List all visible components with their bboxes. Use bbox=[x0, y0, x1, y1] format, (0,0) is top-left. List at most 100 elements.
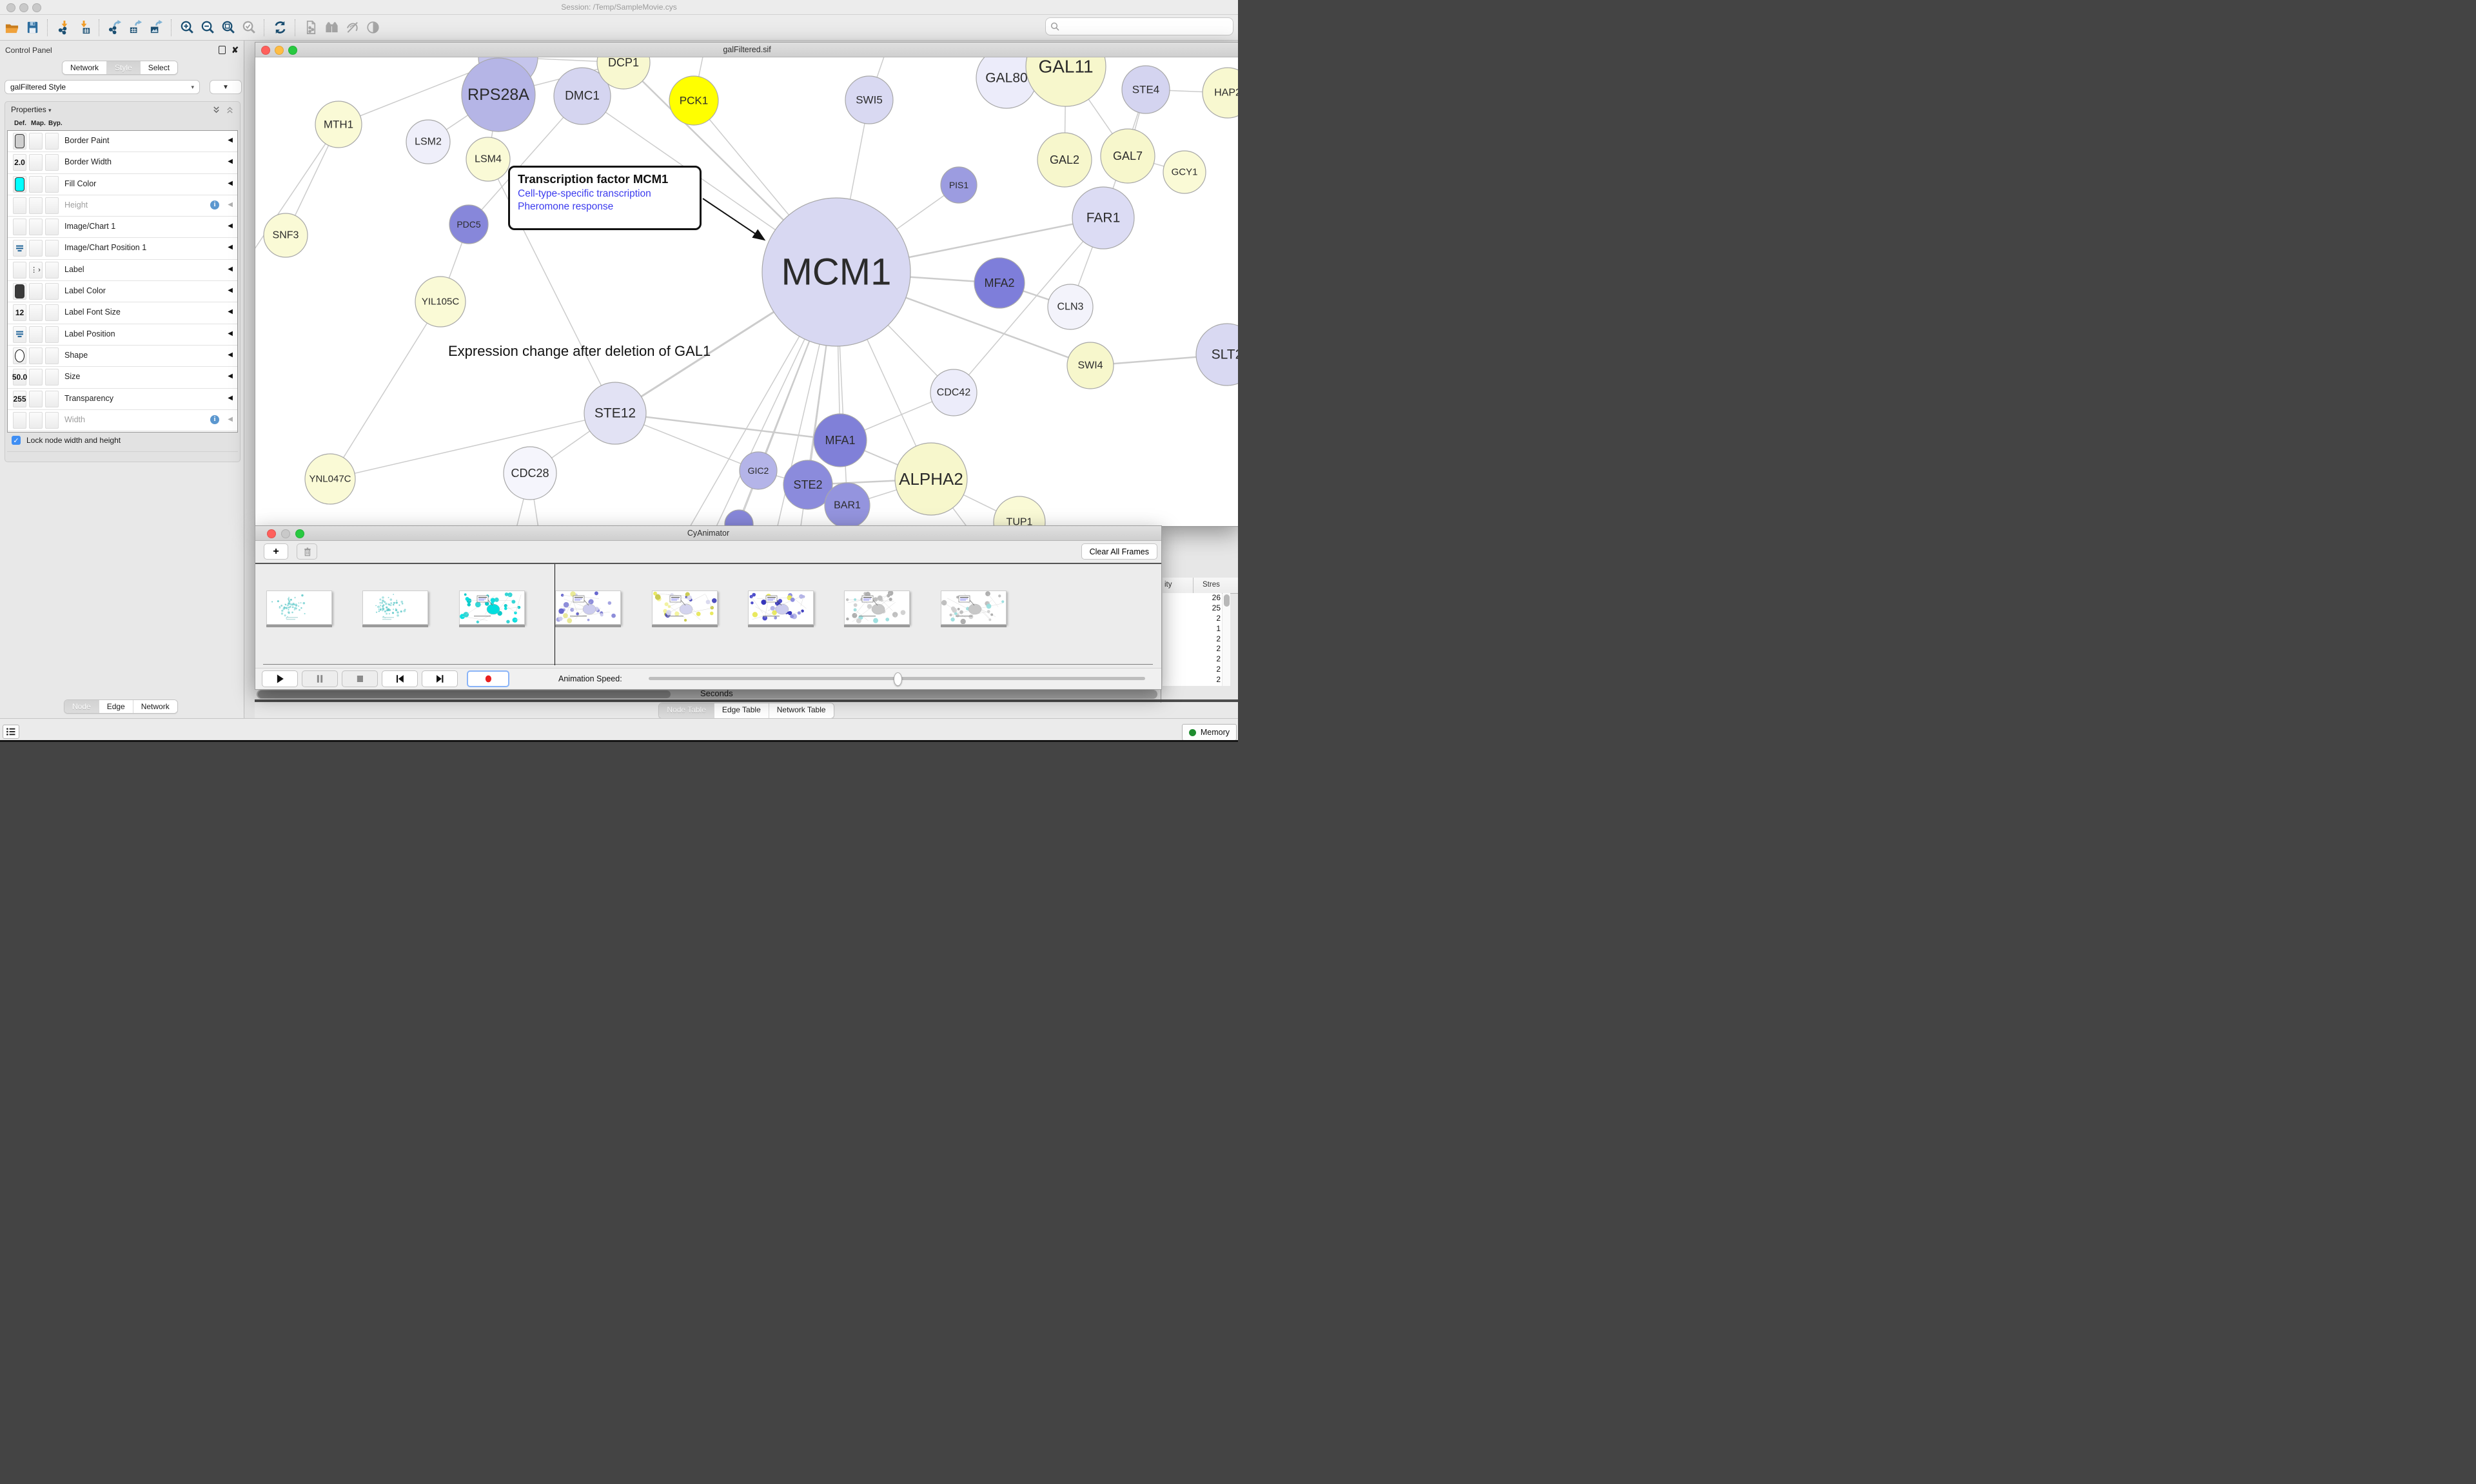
network-node-swi4[interactable]: SWI4 bbox=[1067, 342, 1114, 389]
cyanimator-titlebar[interactable]: CyAnimator bbox=[255, 526, 1161, 541]
expand-property-icon[interactable]: ◀ bbox=[228, 180, 233, 187]
zoom-selected-icon[interactable] bbox=[239, 17, 259, 38]
network-caption[interactable]: Expression change after deletion of GAL1 bbox=[448, 343, 711, 360]
expand-all-icon[interactable] bbox=[212, 106, 221, 114]
close-panel-icon[interactable]: ✘ bbox=[231, 46, 239, 54]
timeline-frame-2s[interactable] bbox=[459, 591, 525, 625]
timeline-frame-4s[interactable] bbox=[652, 591, 718, 625]
network-node-cdc28[interactable]: CDC28 bbox=[504, 447, 556, 500]
hide-icon[interactable] bbox=[342, 17, 362, 38]
network-node-snf3[interactable]: SNF3 bbox=[264, 213, 308, 257]
play-button[interactable] bbox=[262, 670, 298, 687]
property-row-height[interactable]: Heighti◀ bbox=[8, 195, 237, 217]
zoom-out-icon[interactable] bbox=[197, 17, 218, 38]
expand-property-icon[interactable]: ◀ bbox=[228, 244, 233, 251]
slider-thumb[interactable] bbox=[894, 672, 902, 686]
network-node-lsm2[interactable]: LSM2 bbox=[406, 120, 450, 164]
lock-node-size-checkbox[interactable]: ✓ Lock node width and height bbox=[12, 436, 121, 445]
table-column-ity[interactable]: ity bbox=[1164, 581, 1172, 589]
network-file-icon[interactable] bbox=[300, 17, 321, 38]
network-node-ste12[interactable]: STE12 bbox=[584, 382, 646, 444]
import-network-icon[interactable] bbox=[53, 17, 74, 38]
stop-button[interactable] bbox=[342, 670, 378, 687]
tab-node-table[interactable]: Node Table bbox=[659, 703, 714, 718]
network-node-cdc42[interactable]: CDC42 bbox=[930, 369, 977, 416]
property-row-transparency[interactable]: 255Transparency◀ bbox=[8, 389, 237, 410]
network-node-yil105c[interactable]: YIL105C bbox=[415, 277, 466, 327]
expand-property-icon[interactable]: ◀ bbox=[228, 287, 233, 294]
timeline-frame-7s[interactable] bbox=[941, 591, 1007, 625]
table-vertical-scrollbar[interactable] bbox=[1223, 593, 1230, 686]
export-table-icon[interactable] bbox=[125, 17, 146, 38]
network-node-pck1[interactable]: PCK1 bbox=[669, 76, 718, 125]
network-node-gcy1[interactable]: GCY1 bbox=[1163, 151, 1206, 193]
network-node-ste4[interactable]: STE4 bbox=[1122, 66, 1170, 113]
expand-property-icon[interactable]: ◀ bbox=[228, 373, 233, 380]
table-cell-value[interactable]: 2 bbox=[1163, 665, 1222, 675]
network-node-ynl047c[interactable]: YNL047C bbox=[305, 454, 355, 504]
search-input[interactable] bbox=[1045, 17, 1233, 35]
annotation-box[interactable]: Transcription factor MCM1 Cell-type-spec… bbox=[508, 166, 702, 230]
animation-speed-slider[interactable] bbox=[649, 677, 1145, 680]
network-node-gal11[interactable]: GAL11 bbox=[1026, 57, 1106, 106]
table-column-stress[interactable]: Stres bbox=[1203, 581, 1220, 589]
network-node-gal7[interactable]: GAL7 bbox=[1101, 129, 1155, 183]
tab-select[interactable]: Select bbox=[140, 61, 177, 74]
tab-style[interactable]: Style bbox=[106, 61, 140, 74]
property-row-image-chart-position-1[interactable]: Image/Chart Position 1◀ bbox=[8, 238, 237, 259]
table-cell-value[interactable]: 1 bbox=[1163, 624, 1222, 634]
animation-timeline[interactable]: 0123456789Seconds bbox=[255, 564, 1161, 665]
memory-button[interactable]: Memory bbox=[1182, 724, 1237, 741]
network-node-pdc5[interactable]: PDC5 bbox=[449, 205, 488, 244]
network-node-rps28a[interactable]: RPS28A bbox=[462, 58, 535, 132]
network-node-hap2[interactable]: HAP2 bbox=[1203, 68, 1238, 118]
find-icon[interactable] bbox=[321, 17, 342, 38]
table-cell-value[interactable]: 25 bbox=[1163, 603, 1222, 614]
save-session-icon[interactable] bbox=[22, 17, 43, 38]
property-row-border-width[interactable]: 2.0Border Width◀ bbox=[8, 152, 237, 173]
expand-property-icon[interactable]: ◀ bbox=[228, 158, 233, 165]
property-row-image-chart-1[interactable]: Image/Chart 1◀ bbox=[8, 217, 237, 238]
property-row-label-position[interactable]: Label Position◀ bbox=[8, 324, 237, 346]
network-node-alpha2[interactable]: ALPHA2 bbox=[895, 443, 967, 515]
tab-network-table[interactable]: Network Table bbox=[769, 703, 834, 718]
style-options-button[interactable]: ▼ bbox=[210, 80, 242, 94]
tab-edge-table[interactable]: Edge Table bbox=[714, 703, 769, 718]
expand-property-icon[interactable]: ◀ bbox=[228, 416, 233, 423]
network-node-mfa1[interactable]: MFA1 bbox=[814, 414, 867, 467]
float-panel-icon[interactable] bbox=[219, 46, 226, 54]
table-cell-value[interactable]: 2 bbox=[1163, 675, 1222, 685]
expand-property-icon[interactable]: ◀ bbox=[228, 308, 233, 315]
annotation-link[interactable]: Cell-type-specific transcription bbox=[518, 188, 692, 200]
table-cell-value[interactable]: 2 bbox=[1163, 614, 1222, 624]
tab-network[interactable]: Network bbox=[63, 61, 106, 74]
timeline-frame-3s[interactable] bbox=[555, 591, 621, 625]
import-table-icon[interactable] bbox=[74, 17, 94, 38]
property-row-fill-color[interactable]: Fill Color◀ bbox=[8, 174, 237, 195]
export-image-icon[interactable] bbox=[146, 17, 166, 38]
tab-node[interactable]: Node bbox=[64, 700, 99, 713]
network-node-pis1[interactable]: PIS1 bbox=[941, 167, 977, 203]
table-cell-value[interactable]: 2 bbox=[1163, 654, 1222, 665]
expand-property-icon[interactable]: ◀ bbox=[228, 266, 233, 273]
network-node-slt2[interactable]: SLT2 bbox=[1196, 324, 1238, 386]
property-row-label-color[interactable]: Label Color◀ bbox=[8, 281, 237, 302]
previous-frame-button[interactable] bbox=[382, 670, 418, 687]
record-button[interactable] bbox=[467, 670, 509, 687]
network-node-far1[interactable]: FAR1 bbox=[1072, 187, 1134, 249]
network-node-swi5[interactable]: SWI5 bbox=[845, 76, 893, 124]
task-history-button[interactable] bbox=[3, 725, 19, 739]
network-canvas[interactable]: RPS28ADMC1DCP1PCK1SWI5GAL80GAL11STE4HAP2… bbox=[255, 57, 1238, 526]
property-row-border-paint[interactable]: Border Paint◀ bbox=[8, 131, 237, 152]
delete-frame-button[interactable] bbox=[297, 543, 317, 560]
expand-property-icon[interactable]: ◀ bbox=[228, 395, 233, 402]
network-node-mcm1[interactable]: MCM1 bbox=[762, 198, 910, 346]
network-node-tup1[interactable]: TUP1 bbox=[994, 496, 1045, 526]
table-cell-value[interactable]: 2 bbox=[1163, 644, 1222, 654]
add-frame-button[interactable]: + bbox=[264, 543, 288, 560]
zoom-in-icon[interactable] bbox=[177, 17, 197, 38]
style-selector[interactable]: galFiltered Style▾ bbox=[5, 80, 200, 94]
expand-property-icon[interactable]: ◀ bbox=[228, 201, 233, 208]
table-rows[interactable]: 26252122222 bbox=[1163, 593, 1222, 686]
network-node-bar1[interactable]: BAR1 bbox=[825, 483, 870, 526]
